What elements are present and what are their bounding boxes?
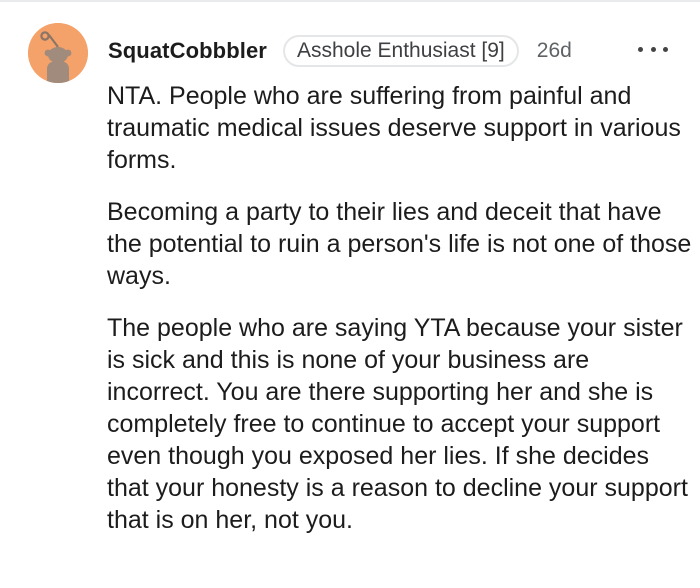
more-dot <box>663 46 668 52</box>
comment-body: NTA. People who are suffering from painf… <box>107 80 692 556</box>
more-options-icon[interactable] <box>638 37 668 61</box>
comment-paragraph: Becoming a party to their lies and decei… <box>107 198 692 290</box>
author-username[interactable]: SquatCobbbler <box>108 38 267 64</box>
more-dot <box>650 46 656 52</box>
snoo-avatar-icon <box>28 23 88 83</box>
comment: SquatCobbbler Asshole Enthusiast [9] 26d… <box>0 0 700 588</box>
comment-paragraph: NTA. People who are suffering from painf… <box>107 82 681 174</box>
more-dot <box>638 46 643 52</box>
comment-paragraph: The people who are saying YTA because yo… <box>107 314 688 534</box>
comment-header: SquatCobbbler Asshole Enthusiast [9] 26d <box>108 34 572 68</box>
avatar[interactable] <box>28 23 88 83</box>
comment-age: 26d <box>536 39 572 62</box>
user-flair: Asshole Enthusiast [9] <box>282 35 519 67</box>
